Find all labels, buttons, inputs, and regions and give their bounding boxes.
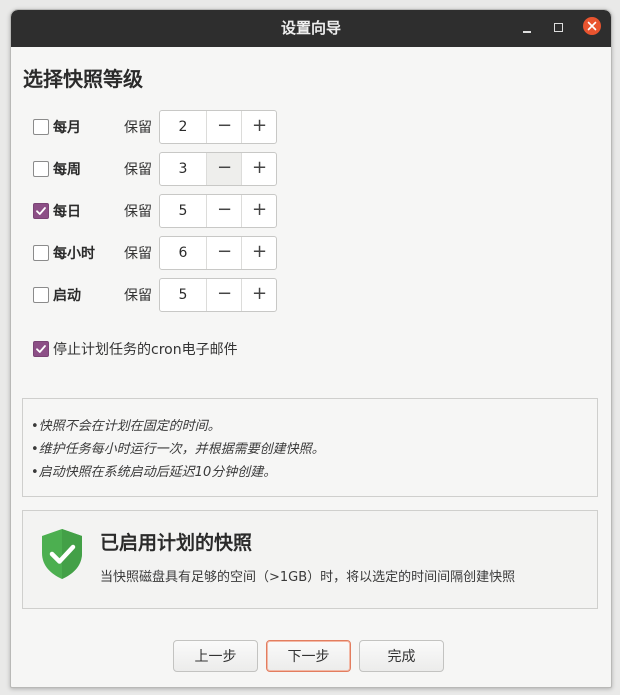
hourly-increment-button[interactable]: + (241, 237, 277, 269)
checkmark-icon (36, 345, 46, 353)
weekly-label: 每周 (53, 162, 81, 178)
boot-checkbox[interactable] (33, 287, 49, 303)
stop-cron-email-label: 停止计划任务的cron电子邮件 (53, 342, 238, 358)
daily-decrement-button[interactable]: − (206, 195, 242, 227)
info-panel: •快照不会在计划在固定的时间。 •维护任务每小时运行一次，并根据需要创建快照。 … (22, 398, 598, 497)
status-title: 已启用计划的快照 (100, 532, 253, 554)
monthly-increment-button[interactable]: + (241, 111, 277, 143)
status-description: 当快照磁盘具有足够的空间（>1GB）时，将以选定的时间间隔创建快照 (100, 570, 516, 585)
keep-label: 保留 (124, 162, 152, 178)
boot-increment-button[interactable]: + (241, 279, 277, 311)
boot-value[interactable]: 5 (160, 279, 206, 311)
previous-button[interactable]: 上一步 (173, 640, 258, 672)
shield-check-icon (42, 529, 82, 579)
daily-value[interactable]: 5 (160, 195, 206, 227)
hourly-decrement-button[interactable]: − (206, 237, 242, 269)
stop-cron-email-checkbox[interactable] (33, 341, 49, 357)
boot-decrement-button[interactable]: − (206, 279, 242, 311)
info-line: •快照不会在计划在固定的时间。 (31, 419, 221, 434)
level-row-daily: 每日 保留 5 − + (33, 194, 293, 228)
setup-wizard-window: 设置向导 选择快照等级 每月 保留 2 − + 每周 保留 3 − + 每日 保… (10, 9, 612, 688)
hourly-value[interactable]: 6 (160, 237, 206, 269)
page-title: 选择快照等级 (23, 67, 143, 91)
daily-increment-button[interactable]: + (241, 195, 277, 227)
keep-label: 保留 (124, 120, 152, 136)
keep-label: 保留 (124, 246, 152, 262)
level-row-hourly: 每小时 保留 6 − + (33, 236, 293, 270)
next-button[interactable]: 下一步 (266, 640, 351, 672)
hourly-stepper: 6 − + (159, 236, 277, 270)
keep-label: 保留 (124, 288, 152, 304)
level-row-boot: 启动 保留 5 − + (33, 278, 293, 312)
monthly-stepper: 2 − + (159, 110, 277, 144)
daily-stepper: 5 − + (159, 194, 277, 228)
level-row-monthly: 每月 保留 2 − + (33, 110, 293, 144)
monthly-value[interactable]: 2 (160, 111, 206, 143)
hourly-label: 每小时 (53, 246, 95, 262)
boot-label: 启动 (53, 288, 81, 304)
keep-label: 保留 (124, 204, 152, 220)
hourly-checkbox[interactable] (33, 245, 49, 261)
monthly-checkbox[interactable] (33, 119, 49, 135)
close-button[interactable] (583, 17, 601, 35)
daily-checkbox[interactable] (33, 203, 49, 219)
weekly-value[interactable]: 3 (160, 153, 206, 185)
finish-button[interactable]: 完成 (359, 640, 444, 672)
close-icon (587, 21, 597, 31)
info-line: •维护任务每小时运行一次，并根据需要创建快照。 (31, 442, 325, 457)
weekly-decrement-button[interactable]: − (206, 153, 242, 185)
title-bar: 设置向导 (11, 10, 611, 47)
weekly-increment-button[interactable]: + (241, 153, 277, 185)
weekly-checkbox[interactable] (33, 161, 49, 177)
boot-stepper: 5 − + (159, 278, 277, 312)
daily-label: 每日 (53, 204, 81, 220)
minimize-button[interactable] (515, 16, 539, 40)
monthly-decrement-button[interactable]: − (206, 111, 242, 143)
level-row-weekly: 每周 保留 3 − + (33, 152, 293, 186)
maximize-button[interactable] (547, 16, 571, 40)
checkmark-icon (36, 207, 46, 215)
status-panel: 已启用计划的快照 当快照磁盘具有足够的空间（>1GB）时，将以选定的时间间隔创建… (22, 510, 598, 609)
monthly-label: 每月 (53, 120, 81, 136)
stop-cron-email-option: 停止计划任务的cron电子邮件 (33, 336, 433, 360)
weekly-stepper: 3 − + (159, 152, 277, 186)
info-line: •启动快照在系统启动后延迟10分钟创建。 (31, 465, 277, 480)
